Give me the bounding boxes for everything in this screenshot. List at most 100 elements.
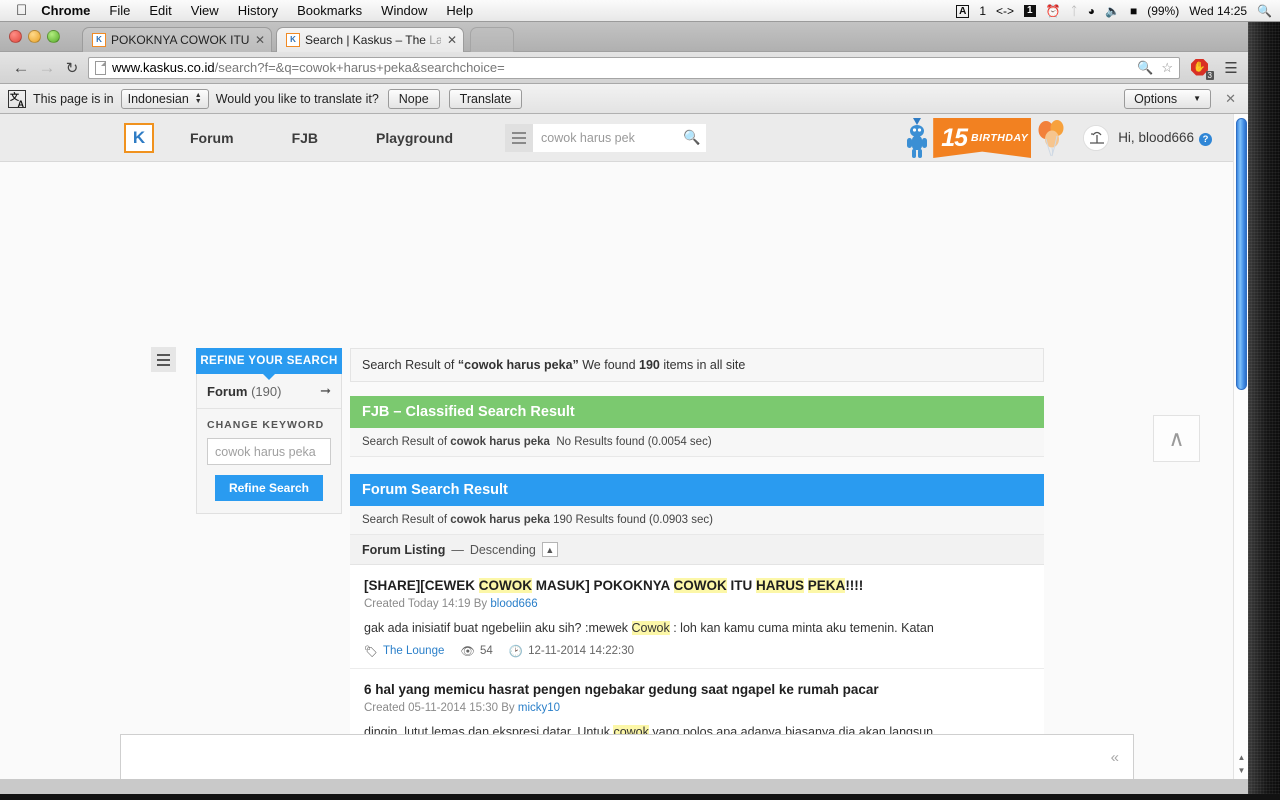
title-text: 6 hal yang memicu hasrat pengen ngebakar… (364, 682, 879, 698)
result-author-link[interactable]: blood666 (490, 598, 537, 610)
sort-ascending-icon[interactable]: ▲ (541, 542, 558, 557)
menubar-clock[interactable]: Wed 14:25 (1189, 4, 1247, 18)
url-host: www.kaskus.co.id (112, 60, 215, 75)
translate-infobar: 文A This page is in Indonesian ▲ ▼ Would y… (0, 84, 1248, 114)
close-infobar-icon[interactable]: ✕ (1225, 91, 1236, 107)
fjb-note-suffix: No Results found (0.0054 sec) (556, 436, 712, 448)
site-search-input[interactable]: cowok harus pek (533, 123, 679, 152)
menu-item-view[interactable]: View (191, 3, 219, 18)
refine-search-button[interactable]: Refine Search (214, 475, 324, 501)
forum-result-note: Search Result of cowok harus peka 190 Re… (350, 506, 1044, 535)
spotlight-search-icon[interactable]: 🔍 (1257, 4, 1272, 18)
sidebar-forum-label: Forum (207, 383, 248, 399)
mascot-svg (907, 118, 928, 158)
forum-section-header: Forum Search Result (350, 474, 1044, 506)
close-tab-2-icon[interactable]: ✕ (447, 34, 457, 46)
adblock-count: 1 (979, 4, 987, 18)
nav-item-forum[interactable]: Forum (190, 130, 234, 146)
menu-item-bookmarks[interactable]: Bookmarks (297, 3, 362, 18)
refine-search-sidebar: REFINE YOUR SEARCH Forum (190) ➞ CHANGE … (196, 348, 342, 514)
fjb-note-query: cowok harus peka (450, 436, 550, 448)
forum-note-query: cowok harus peka (450, 514, 550, 526)
user-greeting-text: Hi, blood666 (1118, 130, 1194, 145)
wifi-icon[interactable]: ◕ (1088, 4, 1095, 18)
forum-note-prefix: Search Result of (362, 514, 451, 526)
help-icon[interactable]: ? (1199, 133, 1212, 146)
avatar[interactable] (1083, 125, 1110, 151)
highlight-term: Cowok (631, 620, 670, 635)
nope-button[interactable]: Nope (387, 88, 440, 109)
menu-item-window[interactable]: Window (381, 3, 427, 18)
clock-icon[interactable]: ⏰ (1046, 4, 1061, 18)
sidebar-toggle-button[interactable] (151, 347, 176, 372)
language-select[interactable]: Indonesian ▲ ▼ (120, 88, 209, 109)
menu-item-help[interactable]: Help (446, 3, 473, 18)
site-header-right: 15 BIRTHDAY Hi, blood666 ? (903, 114, 1212, 162)
code-icon[interactable]: <-> (996, 4, 1014, 18)
reload-icon[interactable]: ↻ (60, 59, 84, 77)
search-summary-count: 190 (639, 358, 660, 372)
battery-icon[interactable]: ■ (1130, 4, 1137, 18)
input-menu-icon[interactable]: 1 (1024, 5, 1036, 17)
change-keyword-input[interactable]: cowok harus peka (207, 438, 331, 465)
menu-item-chrome[interactable]: Chrome (41, 3, 90, 18)
result-date-text: 12-11-2014 14:22:30 (528, 645, 635, 658)
maximize-window-button[interactable] (47, 30, 60, 43)
tag-icon: 🏷 (364, 645, 378, 658)
double-chevron-left-icon[interactable]: « (1111, 749, 1119, 766)
nav-item-fjb[interactable]: FJB (292, 130, 318, 146)
minimize-window-button[interactable] (28, 30, 41, 43)
translate-button[interactable]: Translate (448, 88, 523, 109)
close-tab-1-icon[interactable]: ✕ (255, 34, 265, 46)
grid-menu-icon[interactable] (505, 123, 534, 152)
result-forum-link[interactable]: 🏷 The Lounge (364, 645, 444, 658)
back-arrow-icon[interactable]: ← (8, 58, 34, 78)
scroll-up-button[interactable]: ▲ (1236, 752, 1247, 763)
browser-tab-1[interactable]: K POKOKNYA COWOK ITU HA ✕ (82, 27, 272, 52)
close-window-button[interactable] (9, 30, 22, 43)
back-to-top-button[interactable]: ∧ (1153, 415, 1200, 462)
scroll-down-button[interactable]: ▼ (1236, 765, 1247, 776)
options-button[interactable]: Options ▼ (1124, 88, 1212, 109)
adblock-icon[interactable]: A (956, 4, 970, 18)
translate-icon: 文A (8, 89, 26, 109)
site-search-icon[interactable]: 🔍 (678, 123, 707, 152)
result-snippet: gak ada inisiatif buat ngebeliin aku sih… (364, 620, 1030, 638)
hamburger-menu-icon[interactable]: ☰ (1222, 59, 1240, 77)
page-scrollbar[interactable]: ▲ ▼ (1233, 114, 1248, 779)
change-keyword-label: CHANGE KEYWORD (207, 419, 325, 431)
new-tab-button[interactable] (470, 27, 514, 52)
result-item[interactable]: [SHARE][CEWEK COWOK MASUK] POKOKNYA COWO… (350, 565, 1044, 670)
browser-tab-2-title: Search | Kaskus – The Larg (305, 33, 441, 47)
address-bar[interactable]: www.kaskus.co.id /search?f=&q=cowok+haru… (88, 56, 1180, 79)
browser-tab-2[interactable]: K Search | Kaskus – The Larg ✕ (276, 27, 464, 52)
highlight-term: PEKA (807, 578, 846, 593)
menu-item-edit[interactable]: Edit (149, 3, 171, 18)
volume-icon[interactable]: 🔈 (1105, 4, 1120, 18)
chat-bar[interactable]: « (120, 734, 1134, 779)
adblock-extension-button[interactable]: ✋ 3 (1190, 57, 1214, 80)
zoom-out-icon[interactable]: 🔍 (1137, 60, 1153, 76)
bluetooth-icon[interactable]: ᛏ (1071, 4, 1078, 18)
apple-icon[interactable]:  (16, 3, 27, 18)
options-button-label: Options (1134, 91, 1178, 106)
kaskus-logo[interactable]: K (124, 122, 154, 153)
user-greeting[interactable]: Hi, blood666? (1118, 130, 1212, 146)
menu-item-file[interactable]: File (109, 3, 130, 18)
result-title[interactable]: 6 hal yang memicu hasrat pengen ngebakar… (364, 680, 1030, 700)
forward-arrow-icon[interactable]: → (34, 58, 60, 78)
url-path: /search?f=&q=cowok+harus+peka&searchchoi… (214, 60, 505, 75)
browser-toolbar: ← → ↻ www.kaskus.co.id /search?f=&q=cowo… (0, 52, 1248, 84)
battery-percent: (99%) (1147, 4, 1180, 18)
bookmark-star-icon[interactable]: ☆ (1161, 60, 1173, 76)
menu-item-history[interactable]: History (238, 3, 278, 18)
result-title[interactable]: [SHARE][CEWEK COWOK MASUK] POKOKNYA COWO… (364, 576, 1030, 596)
page-scrollbar-thumb[interactable] (1236, 118, 1247, 390)
nav-item-playground[interactable]: Playground (376, 130, 453, 146)
result-author-link[interactable]: micky10 (518, 702, 560, 714)
translate-text-after: Would you like to translate it? (215, 91, 379, 106)
forum-listing-sort-value[interactable]: Descending (470, 543, 536, 557)
kaskus-mascot-icon (903, 116, 931, 160)
site-search: cowok harus pek 🔍 (505, 123, 707, 152)
fjb-note-prefix: Search Result of (362, 436, 451, 448)
